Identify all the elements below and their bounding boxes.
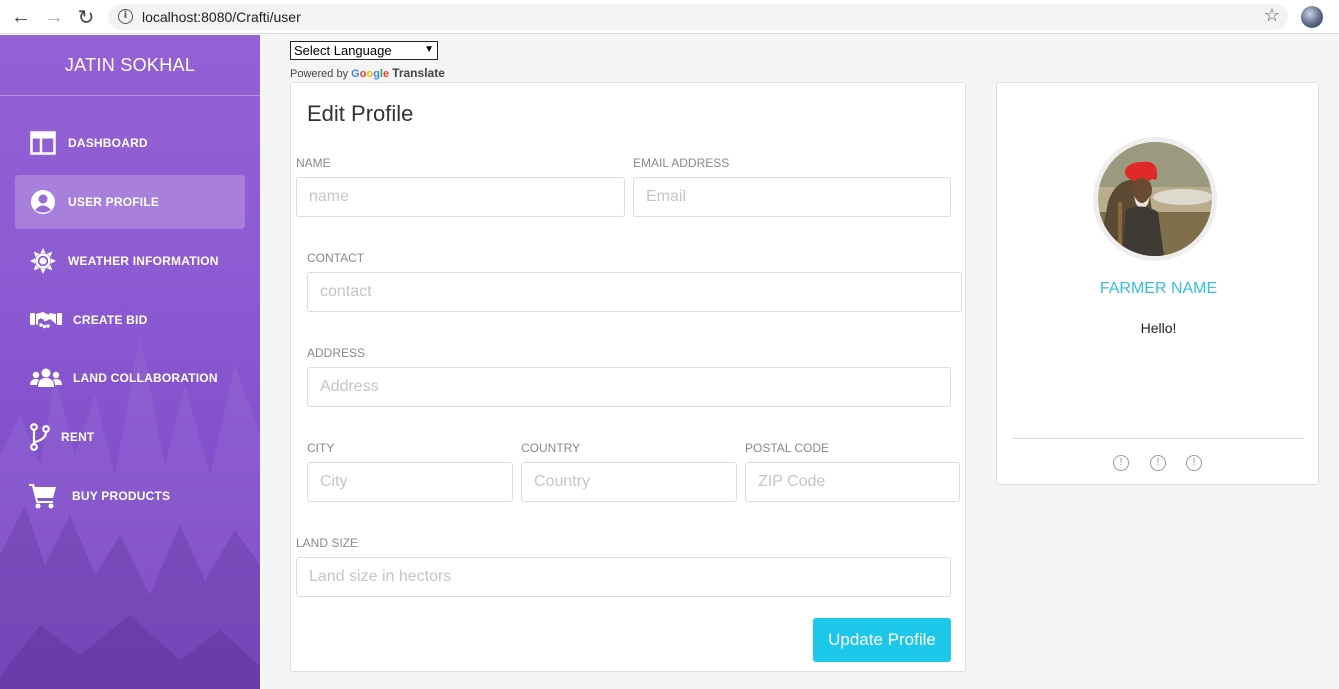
sidebar-item-label: LAND COLLABORATION bbox=[73, 371, 218, 385]
address-bar[interactable]: i localhost:8080/Crafti/user ☆ bbox=[108, 4, 1288, 30]
code-branch-icon bbox=[29, 423, 51, 451]
browser-toolbar: ← → ↻ i localhost:8080/Crafti/user ☆ bbox=[0, 0, 1339, 34]
sidebar-item-label: USER PROFILE bbox=[68, 195, 160, 209]
name-input[interactable]: name bbox=[296, 177, 625, 217]
address-label: ADDRESS bbox=[307, 346, 366, 360]
brand-divider bbox=[0, 95, 260, 96]
chevron-down-icon: ▼ bbox=[424, 44, 434, 55]
name-label: NAME bbox=[296, 156, 331, 170]
sun-icon bbox=[29, 247, 57, 275]
email-input[interactable]: Email bbox=[633, 177, 951, 217]
profile-divider bbox=[1012, 438, 1304, 439]
bookmark-star-icon[interactable]: ☆ bbox=[1264, 5, 1280, 26]
sidebar-item-create-bid[interactable]: CREATE BID bbox=[15, 293, 245, 347]
forward-icon[interactable]: → bbox=[43, 6, 65, 28]
dashboard-icon bbox=[29, 129, 57, 157]
language-select-value: Select Language bbox=[294, 43, 392, 58]
land-size-label: LAND SIZE bbox=[296, 536, 359, 550]
brand-name[interactable]: JATIN SOKHAL bbox=[0, 55, 260, 76]
alert-icon[interactable]: ! bbox=[1150, 455, 1166, 471]
sidebar-item-label: CREATE BID bbox=[73, 313, 148, 327]
sidebar-item-user-profile[interactable]: USER PROFILE bbox=[15, 175, 245, 229]
shopping-cart-icon bbox=[29, 482, 57, 510]
contact-label: CONTACT bbox=[307, 251, 365, 265]
sidebar: JATIN SOKHAL DASHBOARD USER PROFILE WEAT… bbox=[0, 35, 260, 689]
powered-by-text: Powered by bbox=[290, 68, 349, 80]
browser-profile-avatar[interactable] bbox=[1301, 6, 1323, 28]
back-icon[interactable]: ← bbox=[10, 6, 32, 28]
alert-icon[interactable]: ! bbox=[1186, 455, 1202, 471]
city-input[interactable]: City bbox=[307, 462, 513, 502]
translate-link[interactable]: Translate bbox=[392, 66, 445, 80]
users-icon bbox=[29, 364, 63, 392]
powered-by-google-translate[interactable]: Powered by Google Translate bbox=[290, 66, 445, 80]
google-logo: Google bbox=[351, 68, 390, 80]
country-input[interactable]: Country bbox=[521, 462, 737, 502]
sidebar-item-label: BUY PRODUCTS bbox=[72, 489, 171, 503]
user-circle-icon bbox=[29, 188, 57, 216]
sidebar-item-label: DASHBOARD bbox=[68, 136, 148, 150]
profile-greeting: Hello! bbox=[1140, 320, 1177, 336]
sidebar-item-rent[interactable]: RENT bbox=[15, 410, 245, 464]
handshake-icon bbox=[29, 306, 63, 334]
info-icon[interactable]: i bbox=[118, 9, 133, 24]
contact-input[interactable]: contact bbox=[307, 272, 962, 312]
page-title: Edit Profile bbox=[307, 101, 414, 126]
farmer-name: FARMER NAME bbox=[1099, 280, 1218, 297]
profile-card: FARMER NAME Hello! ! ! ! bbox=[996, 82, 1319, 485]
sidebar-item-buy-products[interactable]: BUY PRODUCTS bbox=[15, 469, 245, 523]
url-text[interactable]: localhost:8080/Crafti/user bbox=[142, 9, 301, 25]
country-label: COUNTRY bbox=[521, 441, 581, 455]
alert-icon[interactable]: ! bbox=[1113, 455, 1129, 471]
sidebar-item-label: RENT bbox=[61, 430, 95, 444]
update-profile-button[interactable]: Update Profile bbox=[813, 618, 951, 662]
sidebar-item-dashboard[interactable]: DASHBOARD bbox=[15, 116, 245, 170]
sidebar-item-land-collaboration[interactable]: LAND COLLABORATION bbox=[15, 351, 245, 405]
language-select[interactable]: Select Language ▼ bbox=[290, 41, 438, 60]
sidebar-item-label: WEATHER INFORMATION bbox=[68, 254, 219, 268]
address-input[interactable]: Address bbox=[307, 367, 951, 407]
sidebar-item-weather-information[interactable]: WEATHER INFORMATION bbox=[15, 234, 245, 288]
farmer-avatar bbox=[1093, 137, 1217, 261]
land-size-input[interactable]: Land size in hectors bbox=[296, 557, 951, 597]
email-label: EMAIL ADDRESS bbox=[633, 156, 730, 170]
postal-code-input[interactable]: ZIP Code bbox=[745, 462, 960, 502]
edit-profile-card: Edit Profile NAME name EMAIL ADDRESS Ema… bbox=[290, 82, 966, 672]
city-label: CITY bbox=[307, 441, 335, 455]
reload-icon[interactable]: ↻ bbox=[75, 6, 97, 29]
postal-code-label: POSTAL CODE bbox=[745, 441, 830, 455]
